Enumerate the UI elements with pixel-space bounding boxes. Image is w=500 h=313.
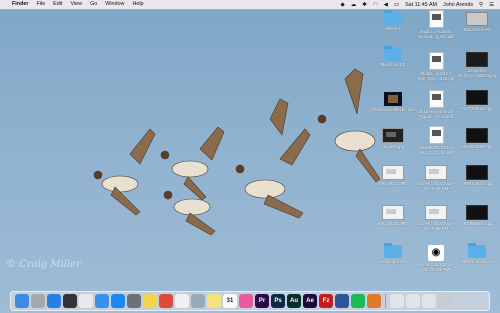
- video-file-icon: [466, 205, 488, 220]
- desktop-file-screenshot-2[interactable]: Screen Shot 2016-03...8.58 PM: [414, 205, 458, 231]
- dock-trash-icon[interactable]: [438, 294, 452, 308]
- duck-shape: [235, 98, 311, 219]
- desktop-file-sequence-jpg[interactable]: Sequence 01.00_0...06023.jpg: [455, 52, 499, 78]
- dock-photoshop-icon[interactable]: Ps: [271, 294, 285, 308]
- folder-icon: [384, 243, 402, 258]
- image-file-icon: [466, 52, 488, 67]
- desktop-file-screenshot-1[interactable]: Screen Shot 2016-03...5.43 PM: [414, 165, 458, 191]
- desktop-file-screenshot-3[interactable]: ◉ Screen Shot 2016-03...37.31 PM: [414, 245, 458, 272]
- status-area: ◆ ☁ ✱ ◠ ◀ ▭ Sat 11:45 AM John Arends ⚲ ☰: [340, 2, 494, 8]
- dock-launchpad-icon[interactable]: [31, 294, 45, 308]
- dock-notes-icon[interactable]: [143, 294, 157, 308]
- screenshot-file-icon: [425, 165, 447, 180]
- dock-audition-icon[interactable]: Au: [287, 294, 301, 308]
- notification-center-icon[interactable]: ☰: [489, 2, 494, 8]
- dock-after-effects-icon[interactable]: Ae: [303, 294, 317, 308]
- battery-icon[interactable]: ▭: [394, 2, 399, 8]
- search-icon[interactable]: ⚲: [479, 2, 483, 8]
- desktop-folder-desktop-icons[interactable]: Desktop Icons: [371, 243, 415, 264]
- menu-window[interactable]: Window: [105, 0, 124, 9]
- desktop-folder-untitled-session[interactable]: Untitled Session 1: [455, 243, 499, 264]
- dock-app-store-icon[interactable]: [111, 294, 125, 308]
- menu-finder[interactable]: Finder: [12, 0, 28, 9]
- folder-icon: [384, 46, 402, 61]
- desktop-folder-moonbox[interactable]: Moonbox 1.0: [371, 46, 415, 67]
- dock-books-icon[interactable]: [367, 294, 381, 308]
- menu-go[interactable]: Go: [90, 0, 97, 9]
- desktop-file-studio-pdf[interactable]: Studio...leClassic Sonaut...g_EN.pdf: [414, 10, 458, 39]
- psd-file-icon: [384, 92, 402, 106]
- menu-edit[interactable]: Edit: [53, 0, 62, 9]
- dock-textedit-icon[interactable]: [175, 294, 189, 308]
- pdf-file-icon: [428, 126, 444, 144]
- hard-drive-icon: [466, 12, 488, 26]
- dock-calendar-31-icon[interactable]: 31: [223, 294, 237, 308]
- dock-premiere-icon[interactable]: Pr: [255, 294, 269, 308]
- desktop-disk-macintosh-hd[interactable]: Macintosh HD: [455, 12, 499, 32]
- desktop-file-success-jpg[interactable]: success.jpg: [371, 128, 415, 149]
- wifi-screenshot-icon: ◉: [428, 245, 444, 261]
- dock-spotify-icon[interactable]: [351, 294, 365, 308]
- dock-documents-stack-icon[interactable]: [406, 294, 420, 308]
- desktop-file-thumbnail-psd[interactable]: Thumbnail effects .psd: [371, 92, 415, 112]
- pdf-file-icon: [428, 52, 444, 70]
- desktop-file-722729008-mp4[interactable]: 722729008.mp4: [455, 90, 499, 111]
- video-file-icon: [466, 90, 488, 105]
- dock-safari-icon[interactable]: [47, 294, 61, 308]
- image-file-icon: [382, 205, 404, 220]
- desktop-file-img-6021[interactable]: IMG_6021.JPG: [371, 165, 415, 186]
- menu-help[interactable]: Help: [132, 0, 143, 9]
- image-file-icon: [382, 128, 404, 143]
- duck-shape: [160, 126, 225, 201]
- dock-preview-icon[interactable]: [191, 294, 205, 308]
- dock-separator: [385, 294, 386, 308]
- dock-photos-icon[interactable]: [63, 294, 77, 308]
- dropbox-icon[interactable]: ◆: [340, 2, 344, 8]
- dock: 31 Pr Ps Au Ae Fz: [10, 291, 490, 311]
- desktop-file-687098840-mp4[interactable]: 687098840.mp4: [455, 205, 499, 226]
- photographer-watermark: © Craig Miller: [6, 259, 81, 270]
- desktop-file-831500-pdf[interactable]: 83150020703014 19_02_21_26.pdf: [414, 126, 458, 155]
- pdf-file-icon: [428, 10, 444, 28]
- menu-clock[interactable]: Sat 11:45 AM: [405, 2, 437, 8]
- dock-desktop-stack-icon[interactable]: [422, 294, 436, 308]
- video-file-icon: [466, 165, 488, 180]
- menu-bar: Finder File Edit View Go Window Help ◆ ☁…: [0, 0, 500, 9]
- dock-chrome-icon[interactable]: [159, 294, 173, 308]
- menu-user[interactable]: John Arends: [443, 2, 473, 8]
- pdf-file-icon: [428, 90, 444, 108]
- desktop-file-769971502-mp4[interactable]: 769971502.mp4: [455, 165, 499, 186]
- dock-word-icon[interactable]: [335, 294, 349, 308]
- cloud-icon[interactable]: ☁: [351, 2, 357, 8]
- dock-mail-icon[interactable]: [95, 294, 109, 308]
- dock-itunes-icon[interactable]: [239, 294, 253, 308]
- desktop-folder-ailerons[interactable]: Ailerons: [371, 10, 415, 31]
- video-file-icon: [466, 128, 488, 143]
- wifi-icon[interactable]: ◠: [373, 2, 378, 8]
- folder-icon: [384, 10, 402, 25]
- volume-icon[interactable]: ◀: [384, 2, 388, 8]
- menu-view[interactable]: View: [70, 0, 82, 9]
- bluetooth-icon[interactable]: ✱: [362, 2, 367, 8]
- desktop-file-hannah-pdf[interactable]: 2018 Hey Hannah Trappe...of-12.pdf: [414, 90, 458, 119]
- folder-icon: [468, 243, 486, 258]
- dock-downloads-stack-icon[interactable]: [390, 294, 404, 308]
- duck-shape: [163, 190, 216, 236]
- duck-shape: [93, 128, 156, 216]
- dock-system-preferences-icon[interactable]: [127, 294, 141, 308]
- dock-finder-icon[interactable]: [15, 294, 29, 308]
- desktop-file-686091308-mp4[interactable]: 686091308.mp4: [455, 128, 499, 149]
- desktop-file-studio-spec-pdf[interactable]: Studio...nd242-1 Spe_Doc....243.pdf: [414, 52, 458, 81]
- dock-calendar-icon[interactable]: [79, 294, 93, 308]
- screenshot-file-icon: [425, 205, 447, 220]
- menu-file[interactable]: File: [36, 0, 45, 9]
- image-file-icon: [382, 165, 404, 180]
- desktop-file-img-6022[interactable]: IMG_6022.JPG: [371, 205, 415, 226]
- dock-filezilla-icon[interactable]: Fz: [319, 294, 333, 308]
- dock-stickies-icon[interactable]: [207, 294, 221, 308]
